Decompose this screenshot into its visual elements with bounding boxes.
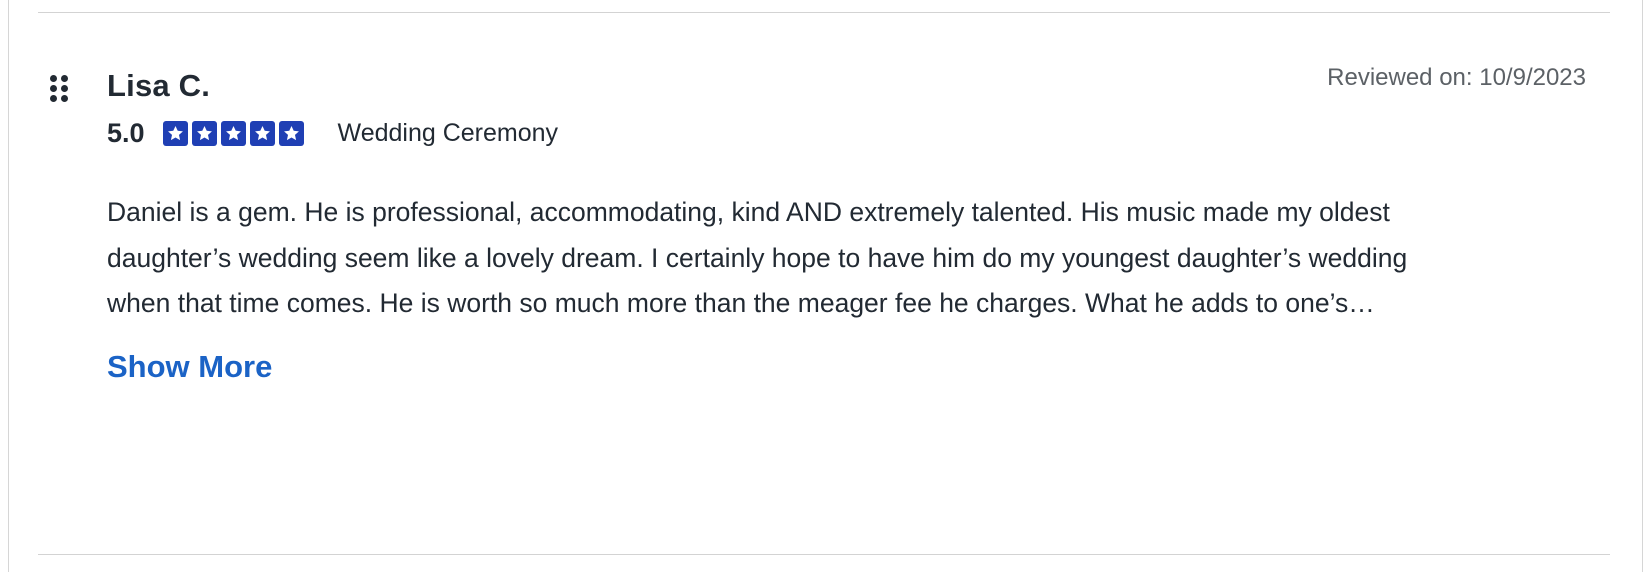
review-date: Reviewed on: 10/9/2023: [1327, 64, 1586, 91]
card-left-border: [8, 0, 9, 572]
review-text-line: daughter’s wedding seem like a lovely dr…: [107, 242, 1408, 273]
event-type: Wedding Ceremony: [337, 118, 559, 147]
review-text-line: Daniel is a gem. He is professional, acc…: [107, 197, 1390, 227]
rating-row: 5.0 Wedding Ceremony: [107, 116, 558, 150]
star-icon: [191, 120, 217, 146]
star-icon: [278, 120, 304, 146]
top-divider: [38, 12, 1610, 13]
star-rating: [162, 120, 304, 146]
show-more-button[interactable]: Show More: [107, 349, 272, 385]
card-right-border: [1642, 0, 1643, 572]
star-icon: [220, 120, 246, 146]
drag-handle-icon[interactable]: [50, 75, 70, 105]
reviewer-name: Lisa C.: [107, 68, 211, 103]
review-text-line: when that time comes. He is worth so muc…: [107, 288, 1375, 318]
star-icon: [249, 120, 275, 146]
review-text: Daniel is a gem. He is professional, acc…: [107, 190, 1597, 327]
rating-value: 5.0: [107, 117, 145, 148]
star-icon: [162, 120, 188, 146]
bottom-divider: [38, 554, 1610, 555]
